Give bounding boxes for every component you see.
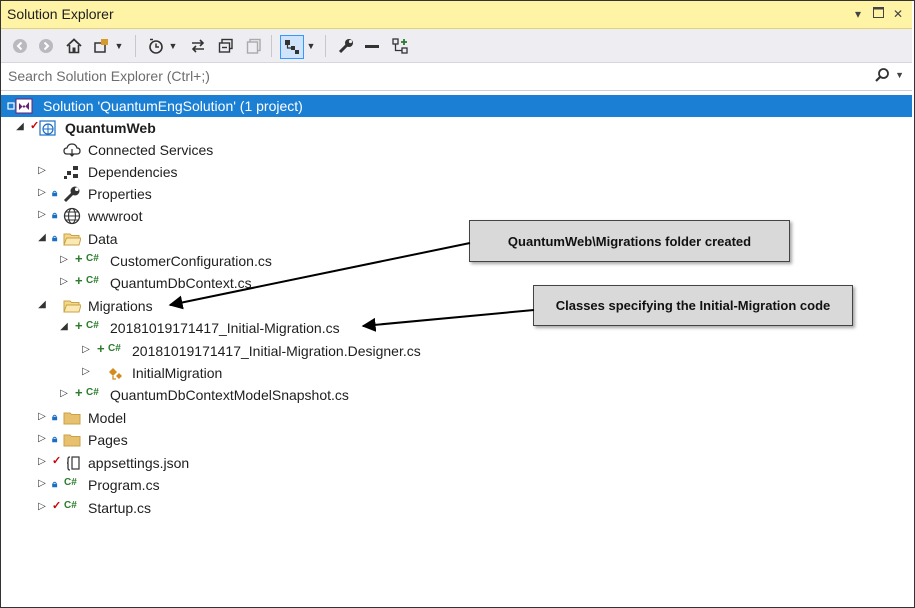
arrow-to-initial-migration [361, 309, 535, 332]
arrow-to-migrations [168, 242, 471, 310]
callout-arrows [168, 242, 535, 332]
